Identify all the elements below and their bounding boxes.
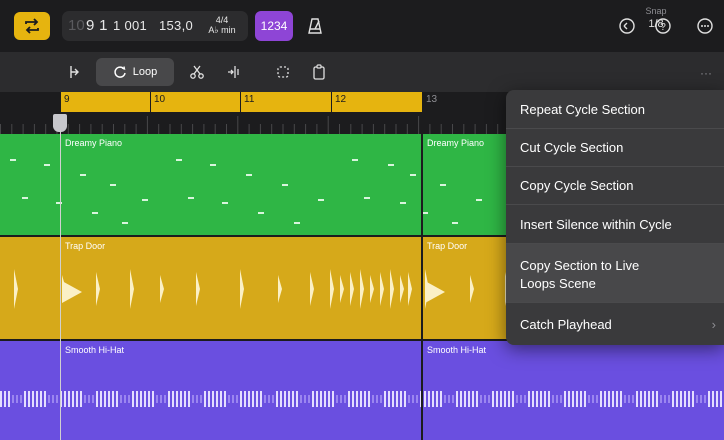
more-options-button[interactable] — [692, 13, 718, 39]
count-in-button[interactable]: 1234 — [255, 11, 293, 41]
bar-number: 9 — [64, 94, 70, 105]
region-divider — [421, 341, 423, 440]
cycle-button[interactable] — [14, 12, 50, 40]
lcd-time-signature: 4/4 — [215, 15, 229, 25]
menu-item-label-line-1: Copy Section to Live — [520, 258, 640, 273]
menu-item-insert-silence[interactable]: Insert Silence within Cycle — [506, 205, 724, 243]
region-divider — [421, 134, 423, 235]
chevron-right-icon: › — [711, 316, 716, 332]
join-icon — [228, 66, 239, 78]
menu-item-label: Catch Playhead — [520, 316, 612, 332]
loop-icon — [114, 66, 126, 78]
metronome-button[interactable] — [300, 11, 330, 41]
lcd-position-faint: 10 — [68, 17, 85, 34]
copy-region-icon — [277, 66, 289, 78]
split-icon — [70, 66, 79, 78]
cycle-icon — [25, 18, 39, 34]
cycle-context-menu: Repeat Cycle Section Cut Cycle Section C… — [506, 90, 724, 345]
lcd-display[interactable]: 10 9 1 1 001 153,0 4/4 A♭ min — [62, 11, 248, 41]
menu-item-repeat-cycle-section[interactable]: Repeat Cycle Section — [506, 90, 724, 128]
cut-button[interactable] — [186, 60, 208, 84]
menu-item-label-line-2: Loops Scene — [520, 276, 596, 291]
lcd-position-ticks: 1 001 — [113, 18, 148, 33]
bar-tick — [331, 92, 332, 112]
menu-item-copy-to-live-loops[interactable]: Copy Section to Live Loops Scene — [506, 244, 724, 302]
bar-tick — [150, 92, 151, 112]
scissors-icon — [190, 65, 204, 79]
more-icon — [697, 18, 713, 34]
lcd-position-bars: 9 1 — [86, 17, 108, 34]
cycle-region[interactable] — [60, 92, 422, 112]
copy-button[interactable] — [272, 60, 294, 84]
snap-value-selector[interactable]: 1/8 — [636, 18, 676, 30]
bar-tick — [60, 92, 61, 112]
menu-item-catch-playhead[interactable]: Catch Playhead › — [506, 303, 724, 345]
bar-tick — [240, 92, 241, 112]
bar-number: 12 — [335, 94, 347, 105]
track-lane-hihat[interactable]: Smooth Hi-Hat Smooth Hi-Hat — [0, 341, 724, 440]
loop-label: Loop — [132, 66, 158, 78]
loop-button[interactable]: Loop — [96, 58, 174, 86]
audio-waveform — [0, 391, 722, 407]
lcd-key: A♭ min — [208, 25, 236, 35]
metronome-icon — [308, 18, 322, 34]
menu-item-copy-cycle-section[interactable]: Copy Cycle Section — [506, 167, 724, 204]
lcd-tempo: 153,0 — [159, 18, 194, 33]
snap-label: Snap — [645, 6, 667, 16]
playhead-line — [60, 130, 61, 440]
toolbar-more-icon[interactable]: ··· — [700, 66, 712, 80]
menu-item-cut-cycle-section[interactable]: Cut Cycle Section — [506, 129, 724, 166]
bar-number: 10 — [154, 94, 166, 105]
split-at-playhead-button[interactable] — [62, 60, 84, 84]
paste-icon — [313, 64, 325, 80]
join-button[interactable] — [222, 60, 244, 84]
history-icon — [619, 18, 635, 34]
paste-button[interactable] — [308, 60, 330, 84]
region-divider — [421, 237, 423, 339]
bar-number: 13 — [426, 94, 438, 105]
bar-number: 11 — [244, 94, 255, 105]
